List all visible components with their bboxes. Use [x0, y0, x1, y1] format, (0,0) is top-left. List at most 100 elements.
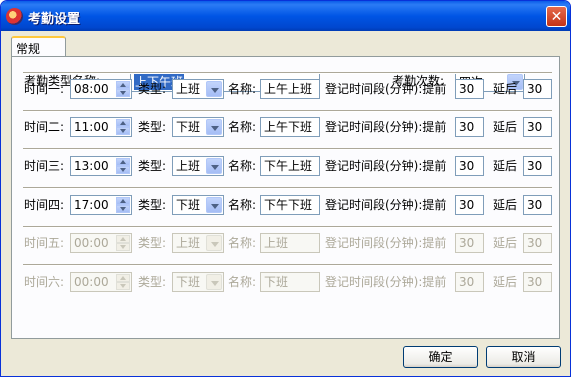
spin-down-icon[interactable]: [116, 89, 130, 97]
name-label: 名称:: [228, 120, 257, 134]
spin-up-icon[interactable]: [116, 158, 130, 166]
time-value: 08:00: [74, 82, 109, 96]
type-select[interactable]: 上班: [172, 79, 224, 99]
register-window-label: 登记时间段(分钟):提前: [325, 198, 447, 212]
before-minutes-input[interactable]: 30: [455, 79, 484, 99]
time-value: 17:00: [74, 198, 109, 212]
name-value: 下午下班: [264, 198, 313, 212]
register-window-label: 登记时间段(分钟):提前: [325, 275, 447, 289]
ok-button[interactable]: 确定: [403, 346, 478, 368]
spin-down-icon[interactable]: [116, 205, 130, 213]
row-separator: [23, 72, 552, 74]
delay-label: 延后: [493, 198, 518, 212]
after-minutes-value: 30: [527, 120, 543, 134]
type-value: 下班: [176, 275, 201, 289]
spin-down-icon: [116, 282, 130, 290]
tab-general[interactable]: 常规: [11, 36, 66, 57]
chevron-down-icon: [206, 274, 222, 290]
time-row: 时间三: 13:00 类型: 上班 名称: 下午上班 登记时间段(分钟):提前 30 延后 30: [12, 156, 561, 176]
type-label: 类型:: [138, 82, 167, 96]
name-input: 下班: [260, 272, 320, 292]
spin-down-icon[interactable]: [116, 166, 130, 174]
time-spinner[interactable]: 17:00: [70, 195, 132, 215]
title-bar[interactable]: 考勤设置 ✕: [1, 1, 570, 31]
type-value: 上班: [176, 82, 201, 96]
before-minutes-input[interactable]: 30: [455, 195, 484, 215]
spin-down-icon: [116, 243, 130, 251]
name-label: 名称:: [228, 159, 257, 173]
delay-label: 延后: [493, 236, 518, 250]
before-minutes-value: 30: [459, 120, 475, 134]
chevron-down-icon[interactable]: [206, 158, 222, 174]
name-input: 上班: [260, 233, 320, 253]
time-spinner[interactable]: 08:00: [70, 79, 132, 99]
after-minutes-value: 30: [527, 236, 543, 250]
name-input[interactable]: 下午上班: [260, 156, 320, 176]
name-input[interactable]: 上午下班: [260, 117, 320, 137]
name-label: 名称:: [228, 82, 257, 96]
time-spinner[interactable]: 11:00: [70, 117, 132, 137]
register-window-label: 登记时间段(分钟):提前: [325, 159, 447, 173]
name-label: 名称:: [228, 198, 257, 212]
spin-up-icon: [116, 274, 130, 282]
chevron-down-icon[interactable]: [206, 119, 222, 135]
time-value: 11:00: [74, 120, 109, 134]
spin-control[interactable]: [116, 197, 130, 213]
type-value: 上班: [176, 159, 201, 173]
spin-control[interactable]: [116, 81, 130, 97]
name-value: 上班: [264, 236, 289, 250]
cancel-button[interactable]: 取消: [486, 346, 561, 368]
type-select[interactable]: 下班: [172, 195, 224, 215]
before-minutes-input: 30: [455, 272, 484, 292]
after-minutes-input: 30: [523, 233, 552, 253]
type-select: 上班: [172, 233, 224, 253]
time-label: 时间四:: [24, 198, 65, 212]
after-minutes-input[interactable]: 30: [523, 195, 552, 215]
name-input[interactable]: 下午下班: [260, 195, 320, 215]
before-minutes-value: 30: [459, 82, 475, 96]
after-minutes-input[interactable]: 30: [523, 79, 552, 99]
row-separator: [23, 110, 552, 112]
register-window-label: 登记时间段(分钟):提前: [325, 236, 447, 250]
spin-down-icon[interactable]: [116, 127, 130, 135]
after-minutes-value: 30: [527, 198, 543, 212]
row-separator: [23, 187, 552, 189]
type-value: 上班: [176, 236, 201, 250]
row-separator: [23, 148, 552, 150]
close-button[interactable]: ✕: [546, 6, 567, 27]
type-select[interactable]: 上班: [172, 156, 224, 176]
spin-up-icon[interactable]: [116, 81, 130, 89]
register-window-label: 登记时间段(分钟):提前: [325, 82, 447, 96]
type-select[interactable]: 下班: [172, 117, 224, 137]
chevron-down-icon: [206, 235, 222, 251]
time-spinner[interactable]: 13:00: [70, 156, 132, 176]
time-label: 时间二:: [24, 120, 65, 134]
before-minutes-input[interactable]: 30: [455, 156, 484, 176]
chevron-down-icon[interactable]: [206, 81, 222, 97]
spin-up-icon[interactable]: [116, 197, 130, 205]
type-label: 类型:: [138, 120, 167, 134]
name-value: 上午上班: [264, 82, 313, 96]
time-value: 00:00: [74, 236, 109, 250]
spin-control[interactable]: [116, 119, 130, 135]
after-minutes-value: 30: [527, 275, 543, 289]
spin-control[interactable]: [116, 158, 130, 174]
after-minutes-input[interactable]: 30: [523, 156, 552, 176]
name-input[interactable]: 上午上班: [260, 79, 320, 99]
type-value: 下班: [176, 198, 201, 212]
type-label: 类型:: [138, 236, 167, 250]
before-minutes-value: 30: [459, 198, 475, 212]
before-minutes-value: 30: [459, 159, 475, 173]
chevron-down-icon[interactable]: [206, 197, 222, 213]
name-value: 下班: [264, 275, 289, 289]
spin-up-icon[interactable]: [116, 119, 130, 127]
time-row: 时间二: 11:00 类型: 下班 名称: 上午下班 登记时间段(分钟):提前 30 延后 30: [12, 117, 561, 137]
after-minutes-input[interactable]: 30: [523, 117, 552, 137]
name-label: 名称:: [228, 236, 257, 250]
before-minutes-input[interactable]: 30: [455, 117, 484, 137]
after-minutes-value: 30: [527, 159, 543, 173]
time-spinner: 00:00: [70, 233, 132, 253]
time-row: 时间四: 17:00 类型: 下班 名称: 下午下班 登记时间段(分钟):提前 30 延后 30: [12, 195, 561, 215]
time-row: 时间五: 00:00 类型: 上班 名称: 上班 登记时间段(分钟):提前 30 延后 30: [12, 233, 561, 253]
time-label: 时间三:: [24, 159, 65, 173]
